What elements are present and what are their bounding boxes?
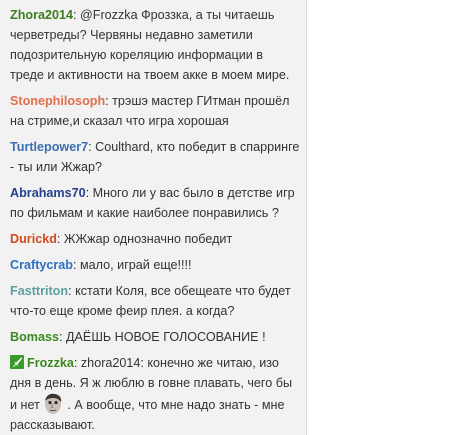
chat-username[interactable]: Stonephilosoph — [10, 94, 105, 108]
chat-message: Durickd: ЖЖжар однозначно победит — [0, 229, 306, 249]
chat-username[interactable]: Craftycrab — [10, 258, 73, 272]
chat-message: Bomass: ДАЁШЬ НОВОЕ ГОЛОСОВАНИЕ ! — [0, 327, 306, 347]
chat-username[interactable]: Frozzka — [27, 356, 74, 370]
chat-message: Fasttriton: кстати Коля, все обещеате чт… — [0, 281, 306, 321]
chat-username[interactable]: Turtlepower7 — [10, 140, 88, 154]
chat-message: Frozzka: zhora2014: конечно же читаю, из… — [0, 353, 306, 435]
chat-username[interactable]: Abrahams70 — [10, 186, 86, 200]
chat-message: Turtlepower7: Coulthard, кто победит в с… — [0, 137, 306, 177]
kappa-face-emote — [42, 393, 64, 415]
chat-username[interactable]: Bomass — [10, 330, 59, 344]
chat-panel: Zhora2014: @Frozzka Фроззка, а ты читаеш… — [0, 0, 307, 435]
chat-username[interactable]: Fasttriton — [10, 284, 68, 298]
moderator-sword-icon — [10, 355, 24, 369]
chat-message-list: Zhora2014: @Frozzka Фроззка, а ты читаеш… — [0, 0, 306, 435]
chat-message: Zhora2014: @Frozzka Фроззка, а ты читаеш… — [0, 5, 306, 85]
chat-message: Abrahams70: Много ли у вас было в детств… — [0, 183, 306, 223]
blank-area — [307, 0, 449, 435]
chat-username[interactable]: Durickd — [10, 232, 57, 246]
chat-username[interactable]: Zhora2014 — [10, 8, 73, 22]
chat-message-text: мало, играй еще!!!! — [76, 258, 192, 272]
chat-message-text: ДАЁШЬ НОВОЕ ГОЛОСОВАНИЕ ! — [62, 330, 266, 344]
chat-message: Stonephilosoph: трэшэ мастер ГИтман прош… — [0, 91, 306, 131]
chat-message: Craftycrab: мало, играй еще!!!! — [0, 255, 306, 275]
chat-message-text: ЖЖжар однозначно победит — [60, 232, 233, 246]
